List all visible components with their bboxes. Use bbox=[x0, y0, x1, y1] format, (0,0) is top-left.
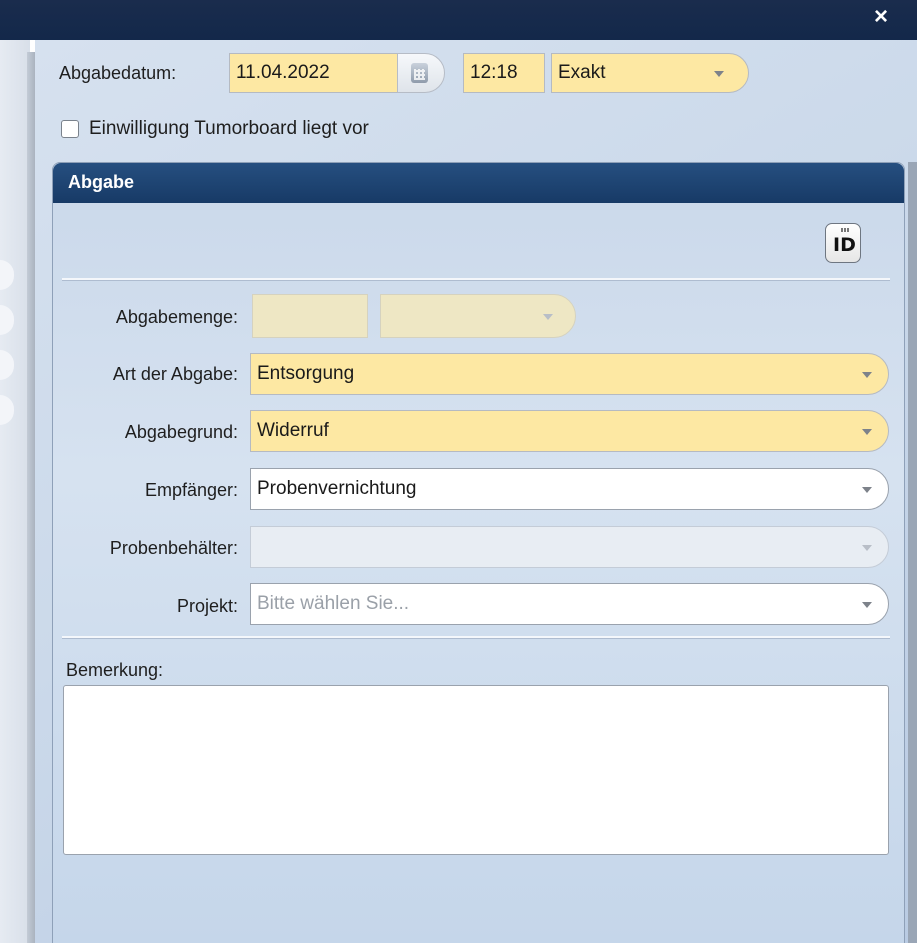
behaelter-select bbox=[250, 526, 889, 568]
empfaenger-label: Empfänger: bbox=[144, 480, 238, 500]
panel-title: Abgabe bbox=[68, 172, 135, 192]
precision-select-value: Exakt bbox=[558, 62, 606, 83]
projekt-select[interactable]: Bitte wählen Sie... bbox=[250, 583, 889, 625]
right-edge-bar bbox=[908, 162, 917, 943]
abgabemenge-label: Abgabemenge: bbox=[115, 307, 238, 327]
consent-label[interactable]: Einwilligung Tumorboard liegt vor bbox=[89, 118, 369, 140]
edge-nub bbox=[0, 260, 14, 290]
close-icon[interactable]: × bbox=[868, 4, 894, 30]
abgabedatum-label: Abgabedatum: bbox=[59, 63, 177, 83]
grund-label: Abgabegrund: bbox=[124, 422, 238, 442]
left-edge-strip bbox=[0, 40, 30, 943]
bemerkung-textarea[interactable] bbox=[63, 685, 889, 855]
edge-nub bbox=[0, 305, 14, 335]
art-select[interactable]: Entsorgung bbox=[250, 353, 889, 395]
date-input[interactable]: 11.04.2022 bbox=[229, 53, 399, 93]
separator bbox=[62, 636, 890, 639]
chevron-down-icon bbox=[714, 71, 724, 77]
splitter-handle[interactable] bbox=[27, 52, 35, 943]
consent-checkbox[interactable] bbox=[61, 120, 79, 138]
calendar-button[interactable] bbox=[397, 53, 445, 93]
chevron-down-icon bbox=[862, 602, 872, 608]
chevron-down-icon bbox=[862, 429, 872, 435]
behaelter-label: Probenbehälter: bbox=[109, 538, 238, 558]
calendar-icon bbox=[411, 63, 428, 83]
grund-select[interactable]: Widerruf bbox=[250, 410, 889, 452]
id-scan-button[interactable]: ID bbox=[825, 223, 861, 263]
chevron-down-icon bbox=[543, 314, 553, 320]
projekt-select-placeholder: Bitte wählen Sie... bbox=[257, 593, 410, 614]
chevron-down-icon bbox=[862, 372, 872, 378]
bemerkung-label: Bemerkung: bbox=[66, 660, 164, 680]
grund-select-value: Widerruf bbox=[257, 420, 329, 441]
art-label: Art der Abgabe: bbox=[112, 364, 238, 384]
edge-nub bbox=[0, 395, 14, 425]
id-button-label: ID bbox=[833, 234, 856, 256]
empfaenger-select[interactable]: Probenvernichtung bbox=[250, 468, 889, 510]
abgabemenge-unit-select bbox=[380, 294, 576, 338]
empfaenger-select-value: Probenvernichtung bbox=[257, 478, 417, 499]
title-bar: × bbox=[0, 0, 917, 40]
separator bbox=[62, 278, 890, 281]
chevron-down-icon bbox=[862, 487, 872, 493]
edge-nub bbox=[0, 350, 14, 380]
projekt-label: Projekt: bbox=[176, 596, 238, 616]
precision-select[interactable]: Exakt bbox=[551, 53, 749, 93]
time-input[interactable]: 12:18 bbox=[463, 53, 545, 93]
panel-header: Abgabe bbox=[53, 163, 904, 203]
id-scan-icon bbox=[841, 228, 849, 232]
art-select-value: Entsorgung bbox=[257, 363, 355, 384]
abgabemenge-input bbox=[252, 294, 368, 338]
chevron-down-icon bbox=[862, 545, 872, 551]
